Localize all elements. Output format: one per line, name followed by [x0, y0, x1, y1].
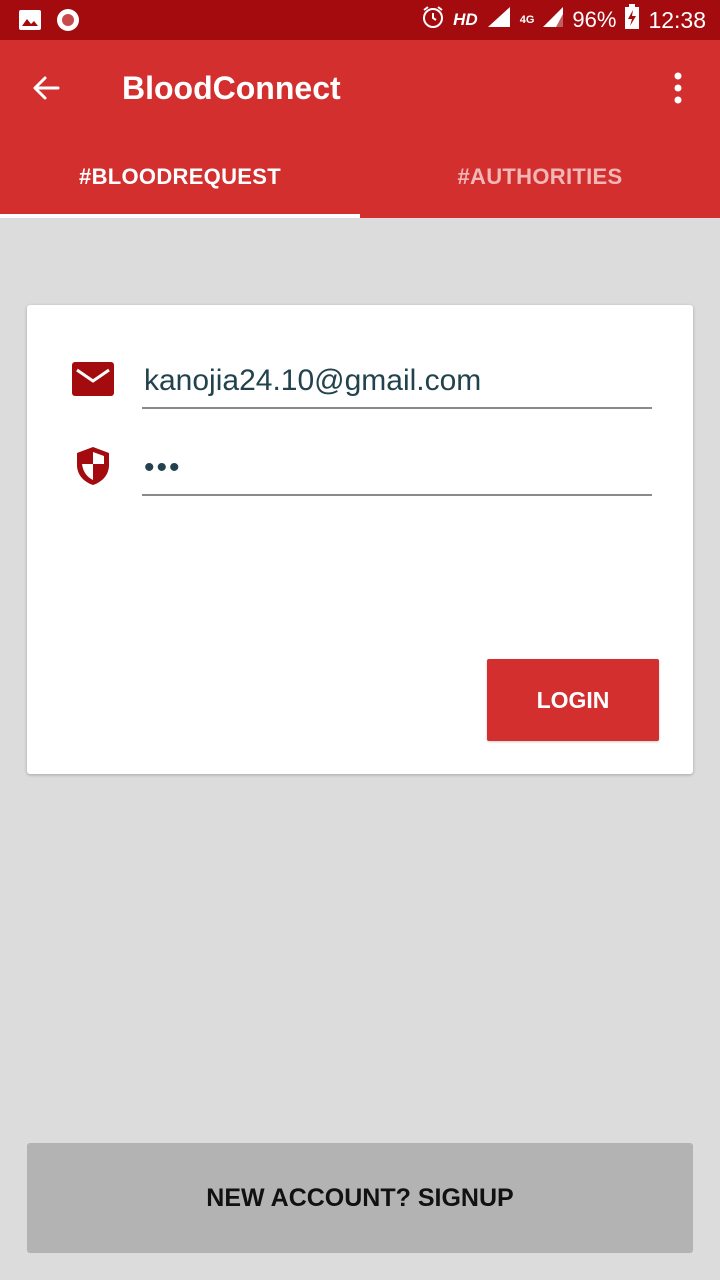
- password-row: [71, 442, 652, 502]
- alarm-icon: [421, 5, 445, 35]
- tab-label: #AUTHORITIES: [457, 164, 623, 189]
- app-title: BloodConnect: [122, 70, 341, 106]
- signal-icon: [542, 5, 564, 35]
- app-bar: BloodConnect: [0, 40, 720, 136]
- clock: 12:38: [648, 6, 706, 33]
- tab-indicator: [0, 214, 360, 218]
- record-icon: [56, 8, 80, 37]
- network-label: HD: [453, 10, 478, 29]
- more-vert-icon: [674, 72, 682, 104]
- mail-icon: [71, 355, 115, 403]
- arrow-left-icon: [33, 76, 60, 100]
- signal-icon: [486, 5, 512, 35]
- password-field[interactable]: [142, 442, 652, 496]
- more-options-button[interactable]: [654, 64, 702, 112]
- shield-icon: [71, 442, 115, 490]
- image-icon: [18, 9, 42, 36]
- email-field[interactable]: [142, 355, 652, 409]
- login-card: LOGIN: [27, 305, 693, 774]
- status-left: [18, 8, 80, 37]
- back-button[interactable]: [22, 64, 70, 112]
- battery-percent: 96%: [572, 7, 617, 32]
- status-right: HD 4G 96% 12:38: [421, 0, 706, 40]
- email-row: [71, 355, 652, 415]
- login-button[interactable]: LOGIN: [487, 659, 659, 741]
- status-bar: HD 4G 96% 12:38: [0, 0, 720, 40]
- battery-icon: [624, 4, 640, 36]
- tab-bloodrequest[interactable]: #BLOODREQUEST: [0, 136, 360, 218]
- tab-authorities[interactable]: #AUTHORITIES: [360, 136, 720, 218]
- tab-bar: #BLOODREQUEST #AUTHORITIES: [0, 136, 720, 218]
- signup-button[interactable]: NEW ACCOUNT? SIGNUP: [27, 1143, 693, 1253]
- tab-label: #BLOODREQUEST: [79, 164, 281, 189]
- network-type: 4G: [519, 14, 535, 26]
